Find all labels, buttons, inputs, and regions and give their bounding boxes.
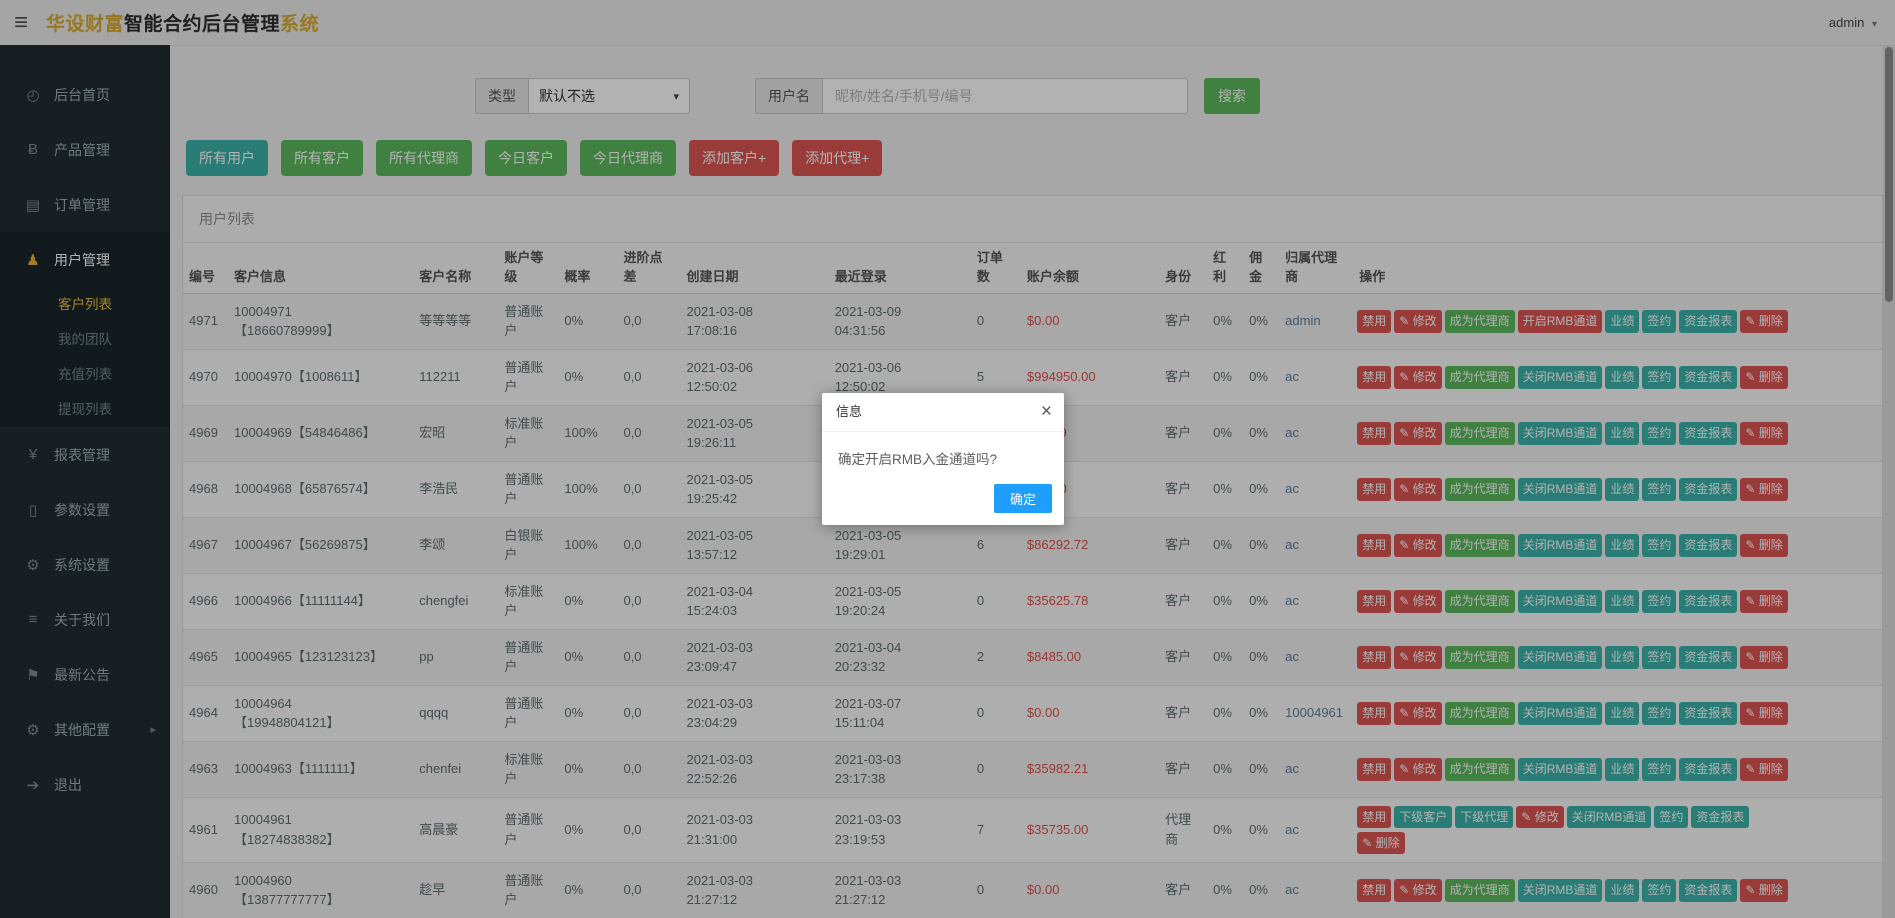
dialog-footer: 确定 <box>822 474 1064 525</box>
dialog-message: 确定开启RMB入金通道吗? <box>822 432 1064 474</box>
close-icon[interactable]: × <box>1041 400 1052 424</box>
confirm-dialog: 信息 × 确定开启RMB入金通道吗? 确定 <box>822 393 1064 525</box>
confirm-button[interactable]: 确定 <box>994 484 1052 513</box>
dialog-title: 信息 <box>822 393 1064 432</box>
